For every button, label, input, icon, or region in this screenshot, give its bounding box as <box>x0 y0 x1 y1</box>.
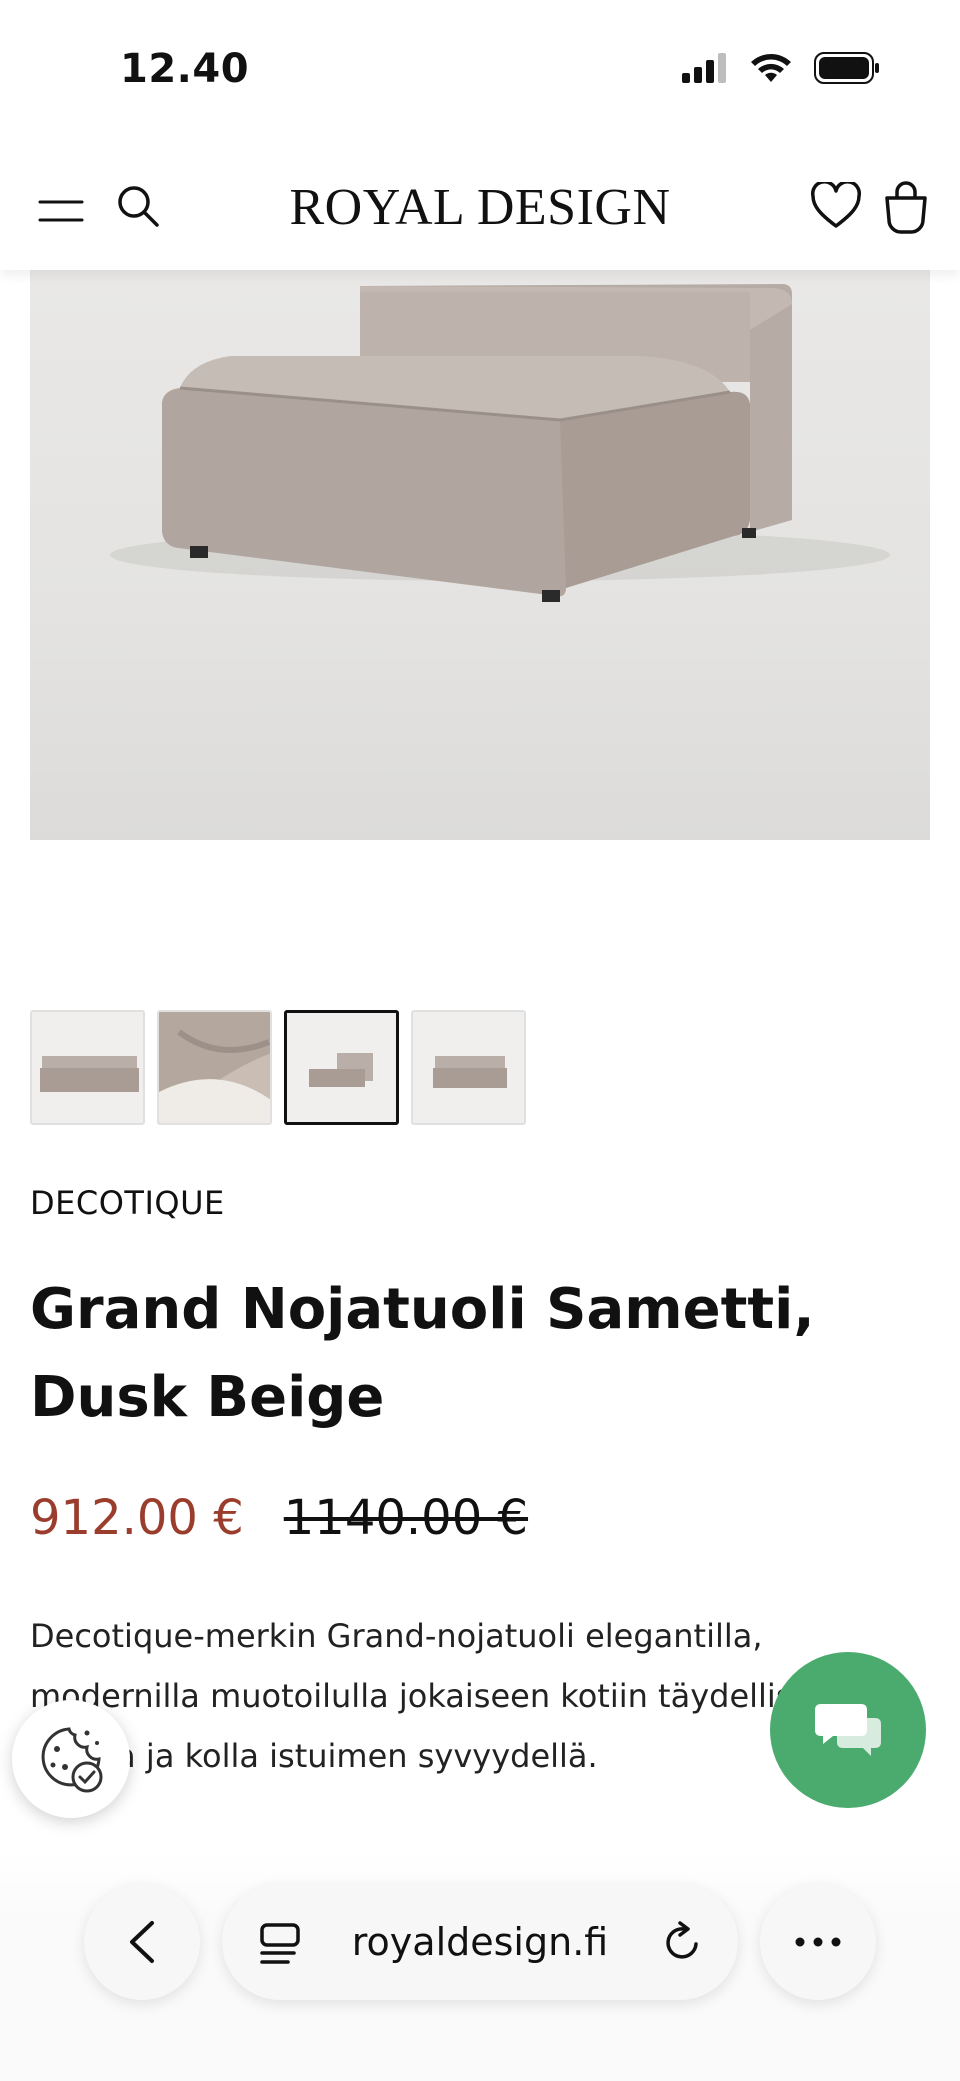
browser-toolbar: royaldesign.fi <box>0 1850 960 2081</box>
price-row: 912.00 € 1140.00 € <box>30 1490 528 1546</box>
status-bar: 12.40 <box>0 0 960 140</box>
original-price: 1140.00 € <box>283 1490 529 1546</box>
status-time: 12.40 <box>120 46 250 92</box>
thumbnail-list <box>30 1010 526 1125</box>
sale-price: 912.00 € <box>30 1490 244 1546</box>
battery-icon <box>814 52 879 84</box>
reload-icon[interactable] <box>660 1920 704 1964</box>
cookie-settings-button[interactable] <box>12 1700 130 1818</box>
address-bar[interactable]: royaldesign.fi <box>222 1884 738 2000</box>
sofa-illustration <box>110 284 890 602</box>
back-button[interactable] <box>84 1884 200 2000</box>
product-image[interactable] <box>30 270 930 840</box>
more-icon <box>795 1937 841 1947</box>
signal-icon <box>682 53 726 83</box>
thumbnail-3[interactable] <box>284 1010 399 1125</box>
cookie-icon <box>41 1727 103 1793</box>
more-button[interactable] <box>760 1884 876 2000</box>
chat-button[interactable] <box>770 1652 926 1808</box>
bag-icon[interactable] <box>882 180 930 234</box>
thumbnail-4[interactable] <box>411 1010 526 1125</box>
heart-icon[interactable] <box>810 182 862 230</box>
back-icon <box>130 1921 154 1963</box>
thumbnail-2[interactable] <box>157 1010 272 1125</box>
status-icons <box>682 52 880 84</box>
thumbnail-1[interactable] <box>30 1010 145 1125</box>
product-brand[interactable]: DECOTIQUE <box>30 1184 225 1222</box>
chat-icon <box>815 1704 881 1756</box>
product-title: Grand Nojatuoli Sametti, Dusk Beige <box>30 1277 815 1430</box>
wifi-icon <box>751 54 791 82</box>
site-header: ROYAL DESIGN <box>0 140 960 270</box>
